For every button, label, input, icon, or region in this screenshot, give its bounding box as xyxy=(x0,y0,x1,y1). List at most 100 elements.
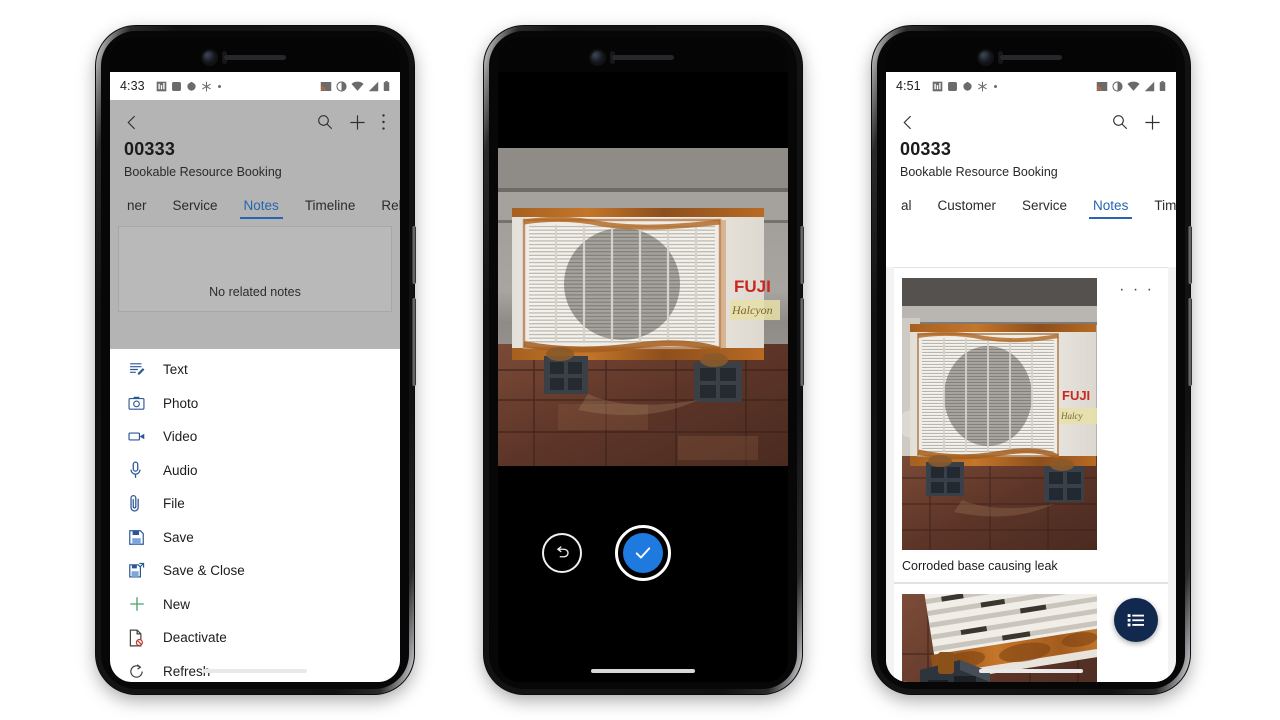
tab-notes[interactable]: Notes xyxy=(231,198,292,220)
earpiece-speaker xyxy=(612,55,674,60)
save-and-close-icon xyxy=(128,562,158,579)
search-button[interactable] xyxy=(316,113,334,131)
device-notch-1 xyxy=(110,38,400,72)
home-indicator-1[interactable] xyxy=(203,669,307,673)
note-overflow-button[interactable]: · · · xyxy=(1119,282,1154,298)
empty-state-label: No related notes xyxy=(209,285,301,299)
status-time: 4:33 xyxy=(120,79,145,93)
power-button-1[interactable] xyxy=(412,226,416,284)
do-not-disturb-icon xyxy=(336,80,347,92)
undo-arrow-icon xyxy=(556,546,569,558)
menu-item-new[interactable]: New xyxy=(110,588,400,622)
front-camera-icon xyxy=(202,51,216,64)
camera-controls-bar xyxy=(498,492,788,682)
leaf-icon xyxy=(187,81,196,91)
battery-icon xyxy=(383,80,390,91)
tab-timeline[interactable]: Timeline xyxy=(292,198,369,220)
tab-customer[interactable]: Customer xyxy=(925,198,1010,220)
camera-capture-screen: FUJI Halcyon xyxy=(498,38,788,682)
add-button[interactable] xyxy=(348,113,367,132)
tab-timeline[interactable]: Timeline xyxy=(1141,198,1176,220)
paperclip-icon xyxy=(128,494,158,513)
wifi-icon xyxy=(351,81,364,91)
tab-service[interactable]: Service xyxy=(160,198,231,220)
signal-icon xyxy=(1144,81,1155,91)
menu-item-label: Deactivate xyxy=(163,630,227,646)
add-button[interactable] xyxy=(1143,113,1162,132)
phone-device-2: FUJI Halcyon xyxy=(484,26,804,694)
volume-button-2[interactable] xyxy=(800,298,804,386)
cast-icon xyxy=(320,81,332,91)
save-floppy-icon xyxy=(128,529,158,546)
screen-2: FUJI Halcyon xyxy=(498,38,788,682)
battery-icon xyxy=(1159,80,1166,91)
snowflake-icon xyxy=(201,81,211,91)
record-subtitle: Bookable Resource Booking xyxy=(124,165,282,179)
status-time: 4:51 xyxy=(896,79,921,93)
back-chevron-icon xyxy=(903,115,912,129)
phone-device-3: 4:51 00333 Bookable Resource Booking al … xyxy=(872,26,1192,694)
wifi-icon xyxy=(1127,81,1140,91)
command-action-sheet: Text Photo Video Audio File Save Save & … xyxy=(110,349,400,682)
menu-item-photo[interactable]: Photo xyxy=(110,387,400,421)
list-item[interactable]: · · · xyxy=(894,267,1168,583)
signal-icon xyxy=(368,81,379,91)
notes-empty-state: No related notes xyxy=(118,226,392,312)
menu-item-text[interactable]: Text xyxy=(110,353,400,387)
menu-item-file[interactable]: File xyxy=(110,487,400,521)
leaf-icon xyxy=(963,81,972,91)
page-title: 00333 xyxy=(124,139,176,159)
app-surface-1: 4:33 00333 Bookable Resource Booking ner… xyxy=(110,72,400,682)
tab-related[interactable]: Related xyxy=(368,198,400,220)
power-button-2[interactable] xyxy=(800,226,804,284)
tab-general[interactable]: al xyxy=(888,198,925,220)
menu-item-label: Text xyxy=(163,362,188,378)
volume-button-3[interactable] xyxy=(1188,298,1192,386)
device-notch-3 xyxy=(886,38,1176,72)
overflow-menu-button[interactable] xyxy=(381,113,386,131)
header-actions-1 xyxy=(316,113,386,132)
accept-capture-button[interactable] xyxy=(615,525,671,581)
volume-button-1[interactable] xyxy=(412,298,416,386)
power-button-3[interactable] xyxy=(1188,226,1192,284)
ac-unit-photo-artwork: FUJI Halcyon xyxy=(498,148,788,466)
tab-owner[interactable]: ner xyxy=(114,198,160,220)
menu-item-audio[interactable]: Audio xyxy=(110,454,400,488)
notes-list-fab-button[interactable] xyxy=(1114,598,1158,642)
cast-icon xyxy=(1096,81,1108,91)
menu-item-label: Save & Close xyxy=(163,563,245,579)
app-notification-icon xyxy=(932,81,943,91)
back-button[interactable] xyxy=(900,114,917,131)
menu-item-label: Photo xyxy=(163,395,199,411)
list-icon xyxy=(1127,614,1144,627)
tab-bar-3: al Customer Service Notes Timeline xyxy=(888,189,1176,219)
status-bar-left-1: 4:33 xyxy=(120,79,223,93)
home-indicator-2[interactable] xyxy=(591,669,695,673)
back-button[interactable] xyxy=(124,114,141,131)
undo-capture-button[interactable] xyxy=(542,533,582,573)
do-not-disturb-icon xyxy=(1112,80,1123,92)
menu-item-label: Save xyxy=(163,529,194,545)
menu-item-save[interactable]: Save xyxy=(110,521,400,555)
dot-icon xyxy=(993,84,997,88)
brand-fujitsu-label: FUJI xyxy=(734,277,771,296)
tab-service[interactable]: Service xyxy=(1009,198,1080,220)
header-toolbar-1 xyxy=(124,106,386,138)
menu-item-save-and-close[interactable]: Save & Close xyxy=(110,554,400,588)
note-thumbnail[interactable]: FUJI Halcy xyxy=(902,278,1097,550)
tab-notes[interactable]: Notes xyxy=(1080,198,1141,220)
search-button[interactable] xyxy=(1111,113,1129,131)
menu-item-deactivate[interactable]: Deactivate xyxy=(110,621,400,655)
menu-item-video[interactable]: Video xyxy=(110,420,400,454)
app-notification-icon xyxy=(171,81,181,91)
video-camera-icon xyxy=(128,428,158,445)
home-indicator-3[interactable] xyxy=(979,669,1083,673)
snowflake-icon xyxy=(977,81,987,91)
camera-preview-image: FUJI Halcyon xyxy=(498,148,788,466)
page-title: 00333 xyxy=(900,139,952,159)
note-caption: Corroded base causing leak xyxy=(902,559,1058,573)
refresh-icon xyxy=(128,663,158,680)
brand-halcyon-label: Halcyon xyxy=(731,303,773,317)
record-header-3: 00333 Bookable Resource Booking xyxy=(886,100,1176,179)
microphone-icon xyxy=(128,461,158,479)
